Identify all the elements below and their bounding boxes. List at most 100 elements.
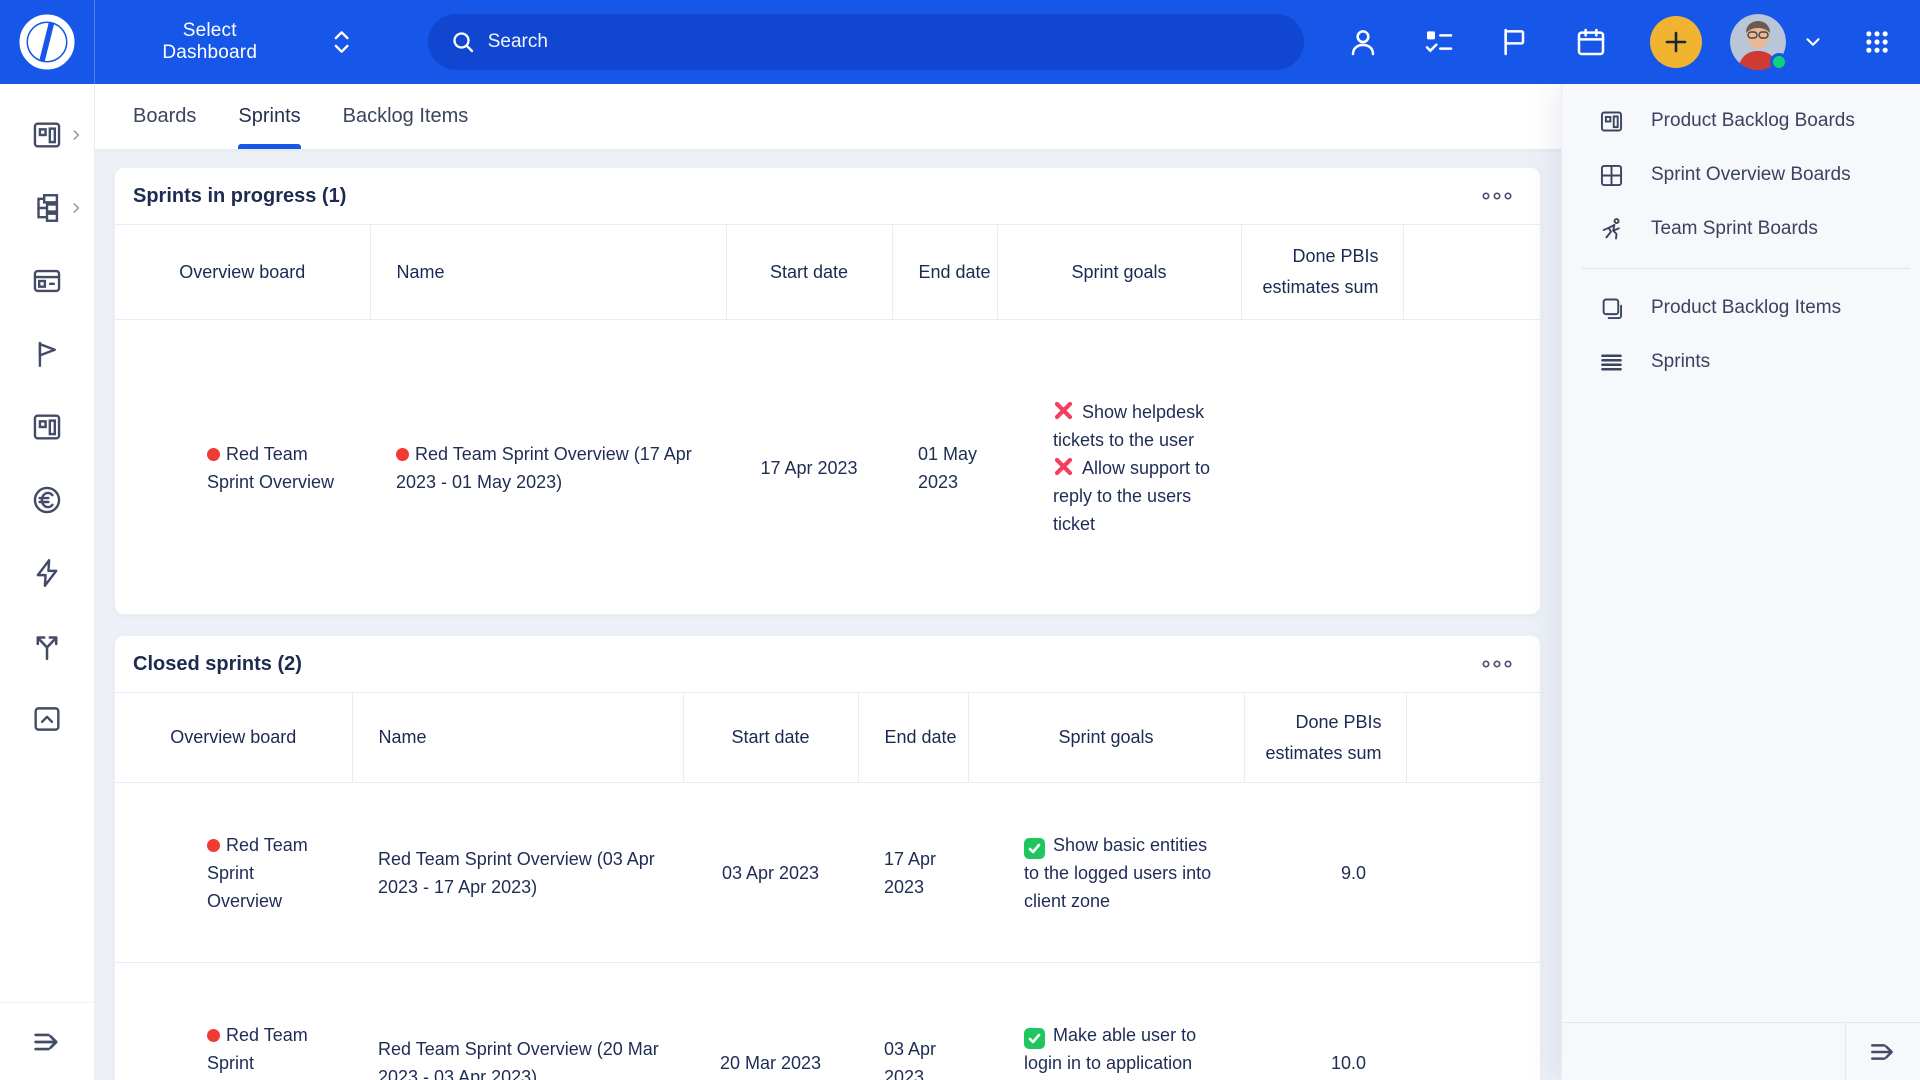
column-header: Overview board	[115, 693, 352, 783]
panel-item-product-backlog-items[interactable]: Product Backlog Items	[1562, 281, 1920, 335]
tab-label: Backlog Items	[343, 105, 469, 128]
app-logo-icon	[16, 11, 78, 73]
sidebar-item-automations[interactable]	[0, 536, 94, 609]
sprint-goal: Allow support to reply to the users tick…	[1053, 454, 1221, 538]
sprint-name-cell: Red Team Sprint Overview (03 Apr 2023 - …	[352, 783, 683, 963]
panel-item-product-backlog-boards[interactable]: Product Backlog Boards	[1562, 94, 1920, 148]
board-icon	[1598, 108, 1625, 135]
column-header: End date	[858, 693, 968, 783]
add-button[interactable]	[1650, 16, 1702, 68]
panel-item-team-sprint-boards[interactable]: Team Sprint Boards	[1562, 202, 1920, 256]
sprints-in-progress-table: Overview board Name Start date End date …	[115, 224, 1540, 615]
column-header: Done PBIs estimates sum	[1244, 693, 1406, 783]
panel-divider	[1582, 268, 1910, 269]
search-input[interactable]: Search	[428, 14, 1304, 70]
chevron-down-icon	[1802, 31, 1824, 53]
sidebar-item-export[interactable]	[0, 682, 94, 755]
more-options-button[interactable]	[1476, 653, 1518, 675]
sprint-name: Red Team Sprint Overview (17 Apr 2023 - …	[396, 444, 692, 492]
done-sum-cell	[1241, 320, 1403, 616]
sidebar-item-backlog-hierarchy[interactable]	[0, 171, 94, 244]
sprint-goal: Show basic entities to the logged users …	[1024, 831, 1224, 915]
column-header: Name	[352, 693, 683, 783]
top-navbar: Select Dashboard Search	[0, 0, 1920, 84]
tab-boards[interactable]: Boards	[133, 84, 196, 149]
tab-label: Boards	[133, 105, 196, 128]
table-header-row: Overview board Name Start date End date …	[115, 225, 1540, 320]
table-row[interactable]: Red Team Sprint Overview Red Team Sprint…	[115, 320, 1540, 616]
sidebar-item-boards-alt[interactable]	[0, 390, 94, 463]
panel-item-sprints[interactable]: Sprints	[1562, 335, 1920, 389]
table-row[interactable]: Red Team Sprint Overview Red Team Sprint…	[115, 963, 1540, 1080]
panel-item-sprint-overview-boards[interactable]: Sprint Overview Boards	[1562, 148, 1920, 202]
table-header-row: Overview board Name Start date End date …	[115, 693, 1540, 783]
search-placeholder: Search	[488, 31, 548, 53]
sprint-name: Red Team Sprint Overview (20 Mar 2023 - …	[378, 1039, 659, 1080]
team-color-dot	[207, 839, 220, 852]
more-options-icon	[1480, 189, 1514, 203]
panel-item-label: Sprint Overview Boards	[1651, 164, 1851, 186]
column-header: End date	[892, 225, 997, 320]
dashboard-selector[interactable]: Select Dashboard	[135, 20, 354, 64]
end-date-cell: 17 Apr 2023	[858, 783, 968, 963]
grid-icon	[1598, 162, 1625, 189]
column-header: Overview board	[115, 225, 370, 320]
more-options-icon	[1480, 657, 1514, 671]
column-header: Start date	[683, 693, 858, 783]
boards-icon	[30, 410, 64, 444]
tab-sprints[interactable]: Sprints	[238, 84, 300, 149]
tab-backlog-items[interactable]: Backlog Items	[343, 84, 469, 149]
overview-board-name: Red Team Sprint Overview	[207, 835, 308, 911]
sprint-goals-cell: Make able user to login in to applicatio…	[968, 963, 1244, 1080]
panel-item-label: Product Backlog Items	[1651, 297, 1841, 319]
apps-grid-button[interactable]	[1860, 25, 1894, 59]
column-header: Sprint goals	[968, 693, 1244, 783]
branch-split-icon	[30, 629, 64, 663]
stacked-lines-icon	[1598, 349, 1625, 376]
chevron-right-icon	[69, 201, 83, 215]
goal-text: Show basic entities to the logged users …	[1024, 835, 1211, 911]
team-color-dot	[396, 448, 409, 461]
plus-icon	[1663, 29, 1689, 55]
copy-pages-icon	[1598, 295, 1625, 322]
team-color-dot	[207, 1029, 220, 1042]
column-header: Name	[370, 225, 726, 320]
tab-label: Sprints	[238, 105, 300, 128]
sidebar-item-finance[interactable]	[0, 463, 94, 536]
overview-board-cell: Red Team Sprint Overview	[115, 320, 370, 616]
chevron-right-icon	[69, 128, 83, 142]
sidebar-item-boards[interactable]	[0, 98, 94, 171]
overview-board-cell: Red Team Sprint Overview	[115, 783, 352, 963]
runner-icon	[1598, 216, 1625, 243]
sidebar-item-goals[interactable]	[0, 317, 94, 390]
apps-grid-icon	[1863, 28, 1891, 56]
more-options-button[interactable]	[1476, 185, 1518, 207]
end-date-cell: 03 Apr 2023	[858, 963, 968, 1080]
panel-expand-button[interactable]	[1845, 1023, 1920, 1080]
calendar-button[interactable]	[1574, 25, 1608, 59]
tasks-button[interactable]	[1422, 25, 1456, 59]
team-color-dot	[207, 448, 220, 461]
sprint-goal: Make able user to login in to applicatio…	[1024, 1021, 1224, 1080]
sidebar-item-workflow[interactable]	[0, 609, 94, 682]
flag-button[interactable]	[1498, 25, 1532, 59]
sidebar-item-cards[interactable]	[0, 244, 94, 317]
overview-board-name: Red Team Sprint Overview	[207, 1025, 308, 1080]
sidebar-expand-button[interactable]	[0, 1002, 94, 1080]
avatar-menu-button[interactable]	[1796, 25, 1830, 59]
table-row[interactable]: Red Team Sprint Overview Red Team Sprint…	[115, 783, 1540, 963]
sprint-goals-cell: Show helpdesk tickets to the user Allow …	[997, 320, 1241, 616]
section-title: Sprints in progress (1)	[133, 185, 346, 208]
pennant-flag-icon	[30, 337, 64, 371]
sprint-name-cell: Red Team Sprint Overview (17 Apr 2023 - …	[370, 320, 726, 616]
navbar-actions	[1304, 14, 1920, 70]
profile-button[interactable]	[1346, 25, 1380, 59]
user-avatar[interactable]	[1730, 14, 1786, 70]
start-date-cell: 03 Apr 2023	[683, 783, 858, 963]
check-mark-icon	[1024, 1028, 1045, 1049]
panel-item-label: Team Sprint Boards	[1651, 218, 1818, 240]
flag-icon	[1499, 26, 1531, 58]
goal-text: Make able user to login in to applicatio…	[1024, 1025, 1196, 1080]
done-sum-cell: 9.0	[1244, 783, 1406, 963]
dashboard-selector-updown-icon	[330, 27, 353, 57]
